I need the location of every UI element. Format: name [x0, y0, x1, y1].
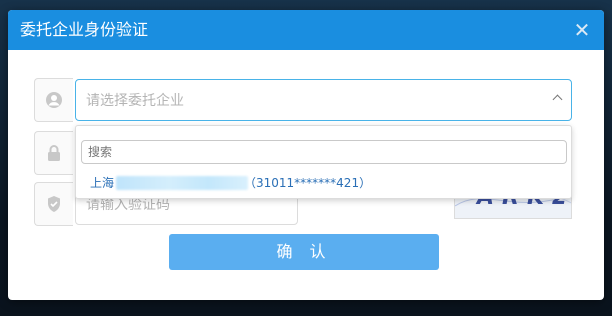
- dialog-header: 委托企业身份验证 ✕: [8, 10, 604, 50]
- confirm-button[interactable]: 确 认: [169, 234, 439, 270]
- enterprise-select-placeholder: 请选择委托企业: [86, 93, 184, 109]
- close-icon[interactable]: ✕: [572, 20, 592, 40]
- dropdown-option[interactable]: 上海 （31011*******421）: [76, 172, 571, 194]
- shield-icon: [34, 182, 73, 226]
- lock-icon: [34, 131, 73, 175]
- option-code: （31011*******421）: [244, 176, 372, 190]
- enterprise-dropdown: 上海 （31011*******421）: [75, 125, 572, 199]
- chevron-up-icon[interactable]: [552, 94, 563, 105]
- redacted-name: [116, 176, 248, 190]
- enterprise-select[interactable]: 请选择委托企业: [75, 79, 572, 121]
- dialog-title: 委托企业身份验证: [20, 20, 149, 39]
- dropdown-search-input[interactable]: [81, 140, 567, 164]
- option-name-prefix: 上海: [90, 176, 115, 190]
- user-icon: [34, 78, 73, 122]
